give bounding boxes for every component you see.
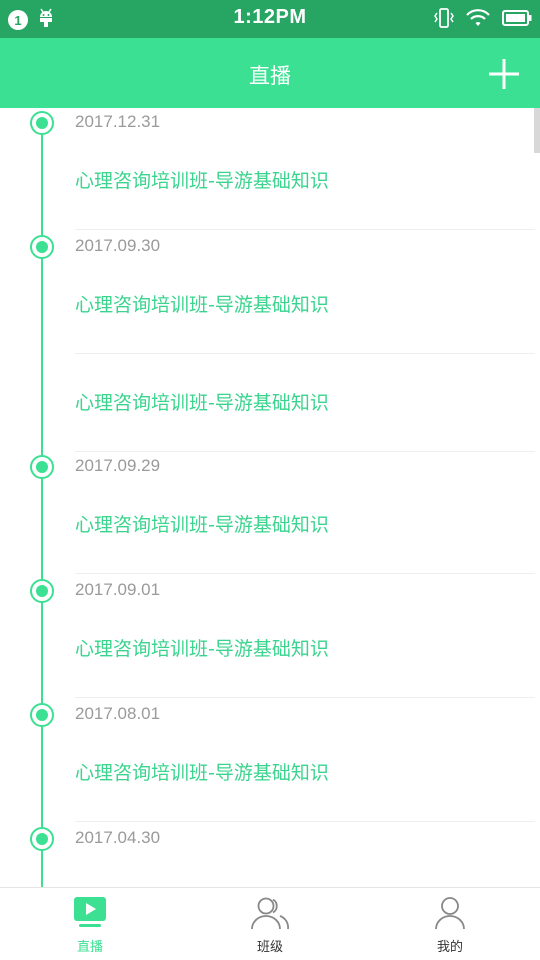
timeline-date-row: 2017.09.01: [0, 576, 540, 606]
timeline-dot-icon: [30, 235, 54, 259]
page-title: 直播: [249, 64, 291, 88]
timeline-dot-icon: [30, 111, 54, 135]
timeline-date-row: 2017.12.31: [0, 108, 540, 138]
timeline-date: 2017.04.30: [75, 828, 161, 847]
divider: [75, 821, 535, 822]
tab-live[interactable]: 直播: [0, 888, 180, 960]
timeline-dot-icon: [30, 827, 54, 851]
course-item[interactable]: 心理咨询培训班-导游基础知识: [75, 166, 329, 193]
timeline-date-row: 2017.04.30: [0, 824, 540, 854]
divider: [75, 573, 535, 574]
timeline-dot-icon: [30, 703, 54, 727]
wifi-icon: [466, 8, 490, 32]
status-right: [434, 7, 532, 33]
divider: [75, 229, 535, 230]
live-timeline[interactable]: 2017.12.31 心理咨询培训班-导游基础知识 2017.09.30 心理咨询培训…: [0, 108, 540, 887]
add-button[interactable]: [486, 56, 522, 92]
course-item[interactable]: 心理咨询培训班-导游基础知识: [75, 290, 329, 317]
timeline-date: 2017.12.31: [75, 112, 161, 131]
timeline-dot-icon: [30, 455, 54, 479]
course-item[interactable]: 心理咨询培训班-导游基础知识: [75, 510, 329, 537]
course-item[interactable]: 心理咨询培训班-导游基础知识: [75, 634, 329, 661]
timeline-date: 2017.08.01: [75, 704, 161, 723]
profile-user-icon: [435, 897, 465, 930]
timeline-date: 2017.09.01: [75, 580, 161, 599]
class-users-icon: [251, 897, 289, 930]
plus-icon: [489, 59, 519, 89]
tab-class[interactable]: 班级: [180, 888, 360, 960]
divider: [75, 697, 535, 698]
tab-profile[interactable]: 我的: [360, 888, 540, 960]
timeline-date-row: 2017.09.30: [0, 232, 540, 262]
timeline-dot-icon: [30, 579, 54, 603]
timeline-date: 2017.09.29: [75, 456, 161, 475]
vibrate-icon: [434, 7, 454, 33]
tab-label-profile: 我的: [436, 940, 463, 955]
timeline-date-row: 2017.08.01: [0, 700, 540, 730]
timeline-date-row: 2017.09.29: [0, 452, 540, 482]
battery-icon: [502, 9, 532, 31]
tab-bar: 直播 班级 我的: [0, 887, 540, 960]
app-header: 直播: [0, 38, 540, 108]
course-item[interactable]: 心理咨询培训班-导游基础知识: [75, 758, 329, 785]
live-play-icon: [74, 897, 106, 927]
tab-label-class: 班级: [256, 940, 283, 955]
course-item[interactable]: 心理咨询培训班-导游基础知识: [75, 388, 329, 415]
divider: [75, 353, 535, 354]
tab-label-live: 直播: [76, 940, 103, 955]
status-bar: 1 1:12PM: [0, 0, 540, 38]
timeline-date: 2017.09.30: [75, 236, 161, 255]
